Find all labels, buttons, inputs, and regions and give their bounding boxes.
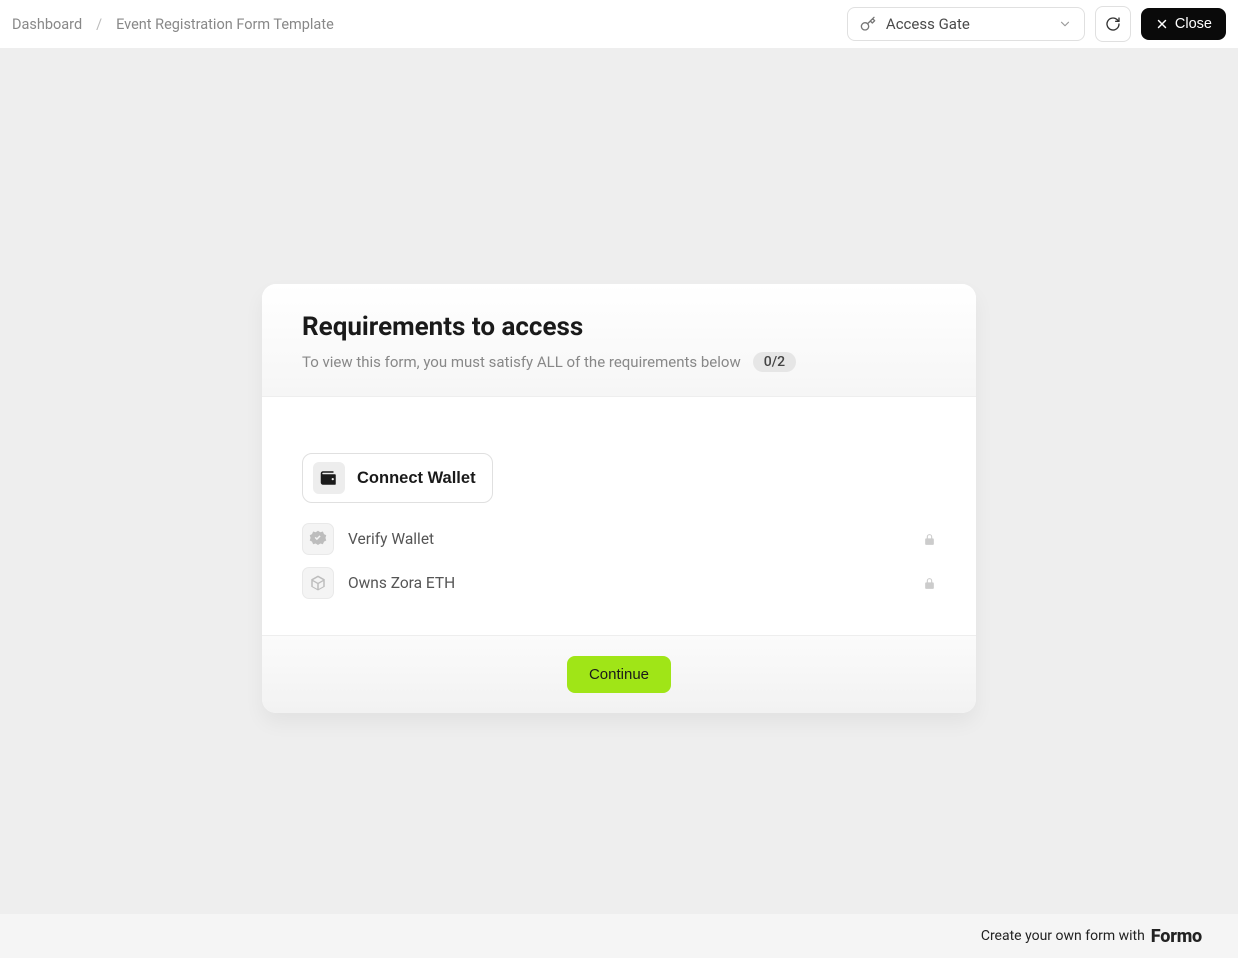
- requirement-verify-wallet: Verify Wallet: [302, 523, 936, 555]
- card-sub-row: To view this form, you must satisfy ALL …: [302, 352, 936, 372]
- breadcrumb-separator: /: [96, 16, 102, 33]
- wallet-icon: [313, 462, 345, 494]
- requirement-owns-zora-eth: Owns Zora ETH: [302, 567, 936, 599]
- close-icon: [1155, 17, 1169, 31]
- card-body: Connect Wallet Verify Wallet: [262, 397, 976, 635]
- breadcrumb: Dashboard / Event Registration Form Temp…: [12, 16, 334, 33]
- chevron-down-icon: [1058, 17, 1072, 31]
- lock-icon: [923, 533, 936, 546]
- refresh-button[interactable]: [1095, 6, 1131, 42]
- footer-brand[interactable]: Formo: [1151, 926, 1202, 947]
- requirements-card: Requirements to access To view this form…: [262, 284, 976, 713]
- verify-badge-icon: [302, 523, 334, 555]
- card-subtitle: To view this form, you must satisfy ALL …: [302, 353, 741, 371]
- close-label: Close: [1175, 16, 1212, 32]
- access-gate-select[interactable]: Access Gate: [847, 7, 1085, 41]
- header-actions: Access Gate Close: [847, 6, 1226, 42]
- breadcrumb-dashboard[interactable]: Dashboard: [12, 16, 82, 33]
- progress-badge: 0/2: [753, 352, 796, 372]
- card-footer: Continue: [262, 635, 976, 713]
- footer-text: Create your own form with: [981, 928, 1145, 944]
- requirements-list: Verify Wallet Owns Zora ETH: [302, 523, 936, 599]
- breadcrumb-current[interactable]: Event Registration Form Template: [116, 16, 334, 33]
- card-title: Requirements to access: [302, 312, 936, 342]
- refresh-icon: [1105, 16, 1121, 32]
- lock-icon: [923, 577, 936, 590]
- requirement-label: Verify Wallet: [348, 530, 909, 548]
- access-gate-label: Access Gate: [886, 15, 1048, 33]
- continue-button[interactable]: Continue: [567, 656, 671, 693]
- page-footer: Create your own form with Formo: [0, 914, 1238, 958]
- cube-icon: [302, 567, 334, 599]
- close-button[interactable]: Close: [1141, 8, 1226, 40]
- connect-wallet-button[interactable]: Connect Wallet: [302, 453, 493, 503]
- header-bar: Dashboard / Event Registration Form Temp…: [0, 0, 1238, 48]
- main-canvas: Requirements to access To view this form…: [0, 48, 1238, 914]
- requirement-label: Owns Zora ETH: [348, 574, 909, 592]
- key-icon: [860, 16, 876, 32]
- card-header: Requirements to access To view this form…: [262, 284, 976, 397]
- connect-wallet-label: Connect Wallet: [357, 469, 476, 488]
